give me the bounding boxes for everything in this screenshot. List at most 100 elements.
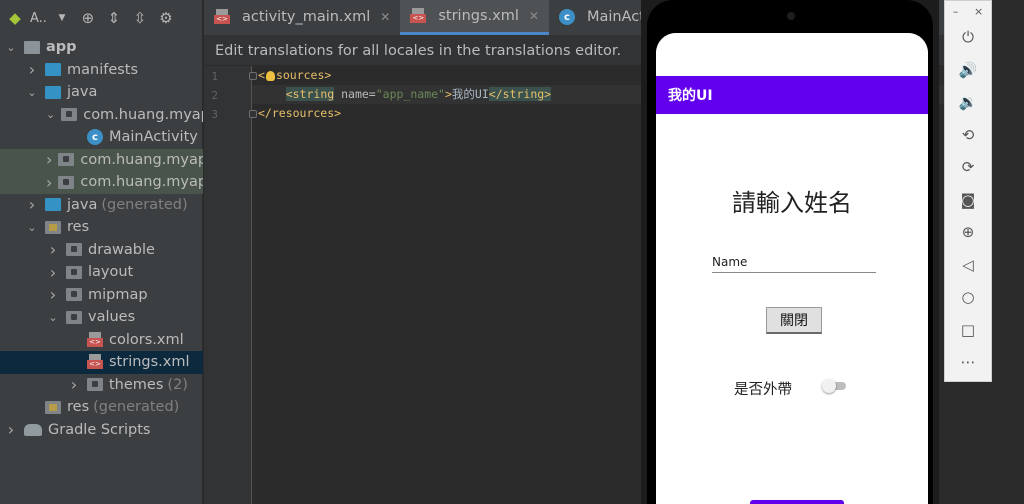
module-folder-icon [24, 40, 40, 54]
tree-item[interactable]: ⌄ java [0, 81, 203, 104]
close-icon[interactable]: ✕ [380, 10, 390, 24]
chevron-down-icon[interactable]: ⌄ [46, 311, 60, 324]
line-gutter: 1 2 3 [204, 66, 257, 504]
tree-item[interactable]: › drawable [0, 239, 203, 262]
tree-item[interactable]: ⌄ values [0, 306, 203, 329]
tree-item[interactable]: › manifests [0, 59, 203, 82]
rotate-right-icon[interactable]: ⟳ [945, 151, 991, 184]
chevron-down-icon[interactable]: ⌄ [25, 221, 39, 234]
tree-item[interactable]: › mipmap [0, 284, 203, 307]
line-number: 3 [211, 108, 218, 121]
tree-item-label: drawable [88, 241, 155, 258]
power-icon[interactable]: ⏻ [945, 21, 991, 54]
camera-icon[interactable]: ◙ [945, 184, 991, 217]
chevron-down-icon[interactable]: ⌄ [4, 41, 18, 54]
tree-item[interactable]: › java (generated) [0, 194, 203, 217]
tree-item[interactable]: c MainActivity [0, 126, 203, 149]
chevron-down-icon[interactable]: ⌄ [46, 108, 55, 121]
locate-icon[interactable]: ⊕ [77, 7, 99, 29]
tree-item-suffix: (2) [167, 376, 188, 393]
project-view-selector[interactable]: A.. [30, 11, 47, 26]
dropdown-icon[interactable]: ▼ [51, 7, 73, 29]
volume-down-icon[interactable]: 🔉 [945, 86, 991, 119]
fold-marker-icon[interactable] [249, 110, 257, 118]
project-panel: ◆ A.. ▼ ⊕ ⇕ ⇳ ⚙ ⌄ app › manifests ⌄ java ⌄ com.… [0, 0, 203, 504]
gear-icon[interactable]: ⚙ [155, 7, 177, 29]
tree-item-label: com.huang.myap [83, 106, 203, 123]
bottom-button[interactable] [750, 500, 844, 504]
chevron-right-icon[interactable]: › [46, 150, 52, 169]
folder-icon [66, 265, 82, 279]
chevron-right-icon[interactable]: › [25, 60, 39, 79]
tree-item[interactable]: › com.huang.myap [0, 148, 203, 171]
app-bar: 我的UI [656, 76, 928, 114]
tree-item-label: java [67, 84, 98, 101]
tree-item-label: Gradle Scripts [48, 421, 151, 438]
tree-item[interactable]: › layout [0, 261, 203, 284]
chevron-right-icon[interactable]: › [25, 195, 39, 214]
chevron-right-icon[interactable]: › [46, 240, 60, 259]
device-screen[interactable]: 我的UI 請輸入姓名 關閉 是否外帶 [656, 33, 928, 504]
folder-icon [45, 85, 61, 99]
chevron-right-icon[interactable]: › [4, 420, 18, 439]
collapse-all-icon[interactable]: ⇳ [129, 7, 151, 29]
tab-activity-main[interactable]: <> activity_main.xml ✕ [204, 0, 400, 35]
xml-file-icon: <> [410, 7, 427, 24]
back-icon[interactable]: ◁ [945, 249, 991, 282]
chevron-right-icon[interactable]: › [67, 375, 81, 394]
home-icon[interactable]: ○ [945, 281, 991, 314]
rotate-left-icon[interactable]: ⟲ [945, 119, 991, 152]
close-button[interactable]: 關閉 [766, 307, 822, 334]
chevron-right-icon[interactable]: › [46, 173, 52, 192]
tree-item-label: java [67, 196, 98, 213]
phone-frame: 我的UI 請輸入姓名 關閉 是否外帶 [647, 0, 933, 504]
expand-all-icon[interactable]: ⇕ [103, 7, 125, 29]
chevron-down-icon[interactable]: ⌄ [25, 86, 39, 99]
lightbulb-icon[interactable] [265, 70, 275, 81]
switch-thumb [822, 379, 836, 393]
emulator-device: 我的UI 請輸入姓名 關閉 是否外帶 [641, 0, 939, 504]
minimize-icon[interactable]: – [953, 5, 959, 18]
name-input[interactable] [712, 251, 876, 273]
tree-item[interactable]: › Gradle Scripts [0, 419, 203, 442]
zoom-icon[interactable]: ⊕ [945, 216, 991, 249]
close-icon[interactable]: × [974, 5, 983, 18]
tree-item[interactable]: <> colors.xml [0, 329, 203, 352]
tree-item-suffix: (generated) [101, 196, 188, 213]
tab-label: strings.xml [438, 7, 519, 24]
tab-strings[interactable]: <> strings.xml ✕ [400, 0, 549, 35]
folder-icon [45, 63, 61, 77]
package-icon [58, 175, 75, 189]
tree-item-label: mipmap [88, 286, 148, 303]
tree-item[interactable]: <> strings.xml [0, 351, 203, 374]
line-number: 2 [211, 89, 218, 102]
resources-folder-icon [45, 220, 61, 234]
folder-icon [66, 243, 82, 257]
overview-icon[interactable]: □ [945, 314, 991, 347]
tree-item-label: strings.xml [109, 354, 190, 371]
fold-marker-icon[interactable] [249, 72, 257, 80]
xml-file-icon: <> [214, 9, 230, 25]
code-line-1: < sources> [258, 68, 332, 82]
tree-item-label: com.huang.myap [80, 151, 203, 168]
chevron-right-icon[interactable]: › [46, 263, 60, 282]
tree-item[interactable]: res (generated) [0, 396, 203, 419]
tree-item-label: res [67, 399, 90, 416]
tree-item[interactable]: › themes (2) [0, 374, 203, 397]
takeout-label: 是否外帶 [734, 382, 792, 398]
xml-file-icon: <> [87, 331, 103, 348]
editor-right-margin [992, 0, 1024, 504]
close-icon[interactable]: ✕ [529, 9, 539, 23]
chevron-right-icon[interactable]: › [46, 285, 60, 304]
tree-item[interactable]: ⌄ com.huang.myap [0, 104, 203, 127]
takeout-switch[interactable] [822, 379, 846, 393]
folder-icon [87, 378, 103, 392]
class-icon: c [558, 9, 575, 25]
tab-label: activity_main.xml [242, 9, 371, 25]
tree-item-label: app [46, 39, 77, 56]
tree-item[interactable]: › com.huang.myap [0, 171, 203, 194]
more-icon[interactable]: ⋯ [945, 346, 991, 379]
tree-item[interactable]: ⌄ app [0, 36, 203, 59]
tree-item[interactable]: ⌄ res [0, 216, 203, 239]
volume-up-icon[interactable]: 🔊 [945, 54, 991, 87]
